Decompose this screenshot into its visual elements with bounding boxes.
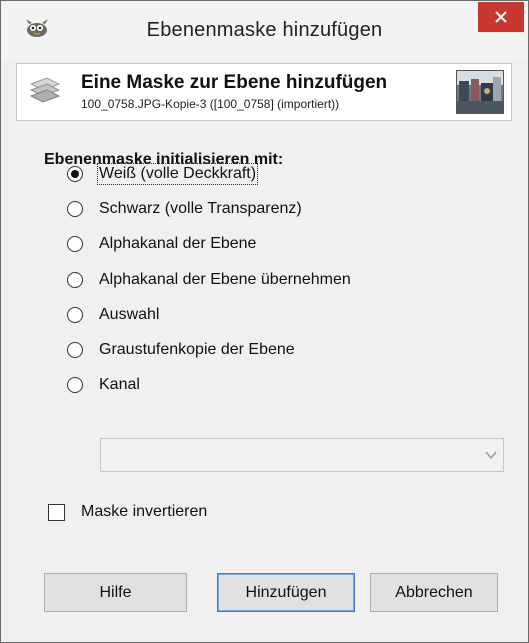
chevron-down-icon	[485, 451, 497, 460]
header-title: Eine Maske zur Ebene hinzufügen	[81, 72, 388, 93]
title-bar[interactable]: Ebenenmaske hinzufügen	[1, 1, 528, 59]
radio-option-alpha-transfer[interactable]: Alphakanal der Ebene übernehmen	[67, 268, 351, 292]
radio-option-channel[interactable]: Kanal	[67, 373, 140, 397]
layer-mask-icon	[27, 74, 63, 104]
radio-button[interactable]	[67, 236, 83, 252]
radio-label: Schwarz (volle Transparenz)	[99, 200, 302, 217]
header-subtitle: 100_0758.JPG-Kopie-3 ([100_0758] (import…	[81, 97, 340, 111]
window-title: Ebenenmaske hinzufügen	[146, 19, 383, 41]
radio-option-white[interactable]: Weiß (volle Deckkraft)	[67, 162, 259, 186]
radio-button[interactable]	[67, 342, 83, 358]
layer-thumbnail	[456, 70, 504, 114]
radio-option-grayscale[interactable]: Graustufenkopie der Ebene	[67, 338, 295, 362]
help-button[interactable]: Hilfe	[44, 573, 187, 612]
radio-button[interactable]	[67, 272, 83, 288]
invert-mask-checkbox[interactable]	[48, 503, 65, 521]
dialog-header: Eine Maske zur Ebene hinzufügen 100_0758…	[16, 63, 512, 121]
radio-button[interactable]	[67, 166, 83, 182]
add-button[interactable]: Hinzufügen	[217, 573, 355, 612]
radio-option-selection[interactable]: Auswahl	[67, 303, 159, 327]
radio-label: Kanal	[99, 376, 140, 393]
radio-button[interactable]	[67, 201, 83, 217]
radio-label: Alphakanal der Ebene übernehmen	[99, 271, 351, 288]
radio-button[interactable]	[67, 307, 83, 323]
radio-option-black[interactable]: Schwarz (volle Transparenz)	[67, 197, 302, 221]
dialog-window: Ebenenmaske hinzufügen Eine Maske zur Eb…	[0, 0, 529, 643]
channel-select[interactable]	[100, 438, 504, 472]
radio-button[interactable]	[67, 377, 83, 393]
invert-mask-label: Maske invertieren	[81, 503, 208, 520]
radio-label: Alphakanal der Ebene	[99, 235, 257, 252]
radio-label: Graustufenkopie der Ebene	[99, 341, 295, 358]
radio-option-alpha[interactable]: Alphakanal der Ebene	[67, 232, 256, 256]
invert-mask-option[interactable]: Maske invertieren	[48, 500, 207, 524]
close-icon	[495, 11, 507, 23]
cancel-button[interactable]: Abbrechen	[370, 573, 498, 612]
close-button[interactable]	[478, 2, 524, 32]
radio-label: Auswahl	[99, 306, 160, 323]
radio-label: Weiß (volle Deckkraft)	[96, 163, 259, 185]
